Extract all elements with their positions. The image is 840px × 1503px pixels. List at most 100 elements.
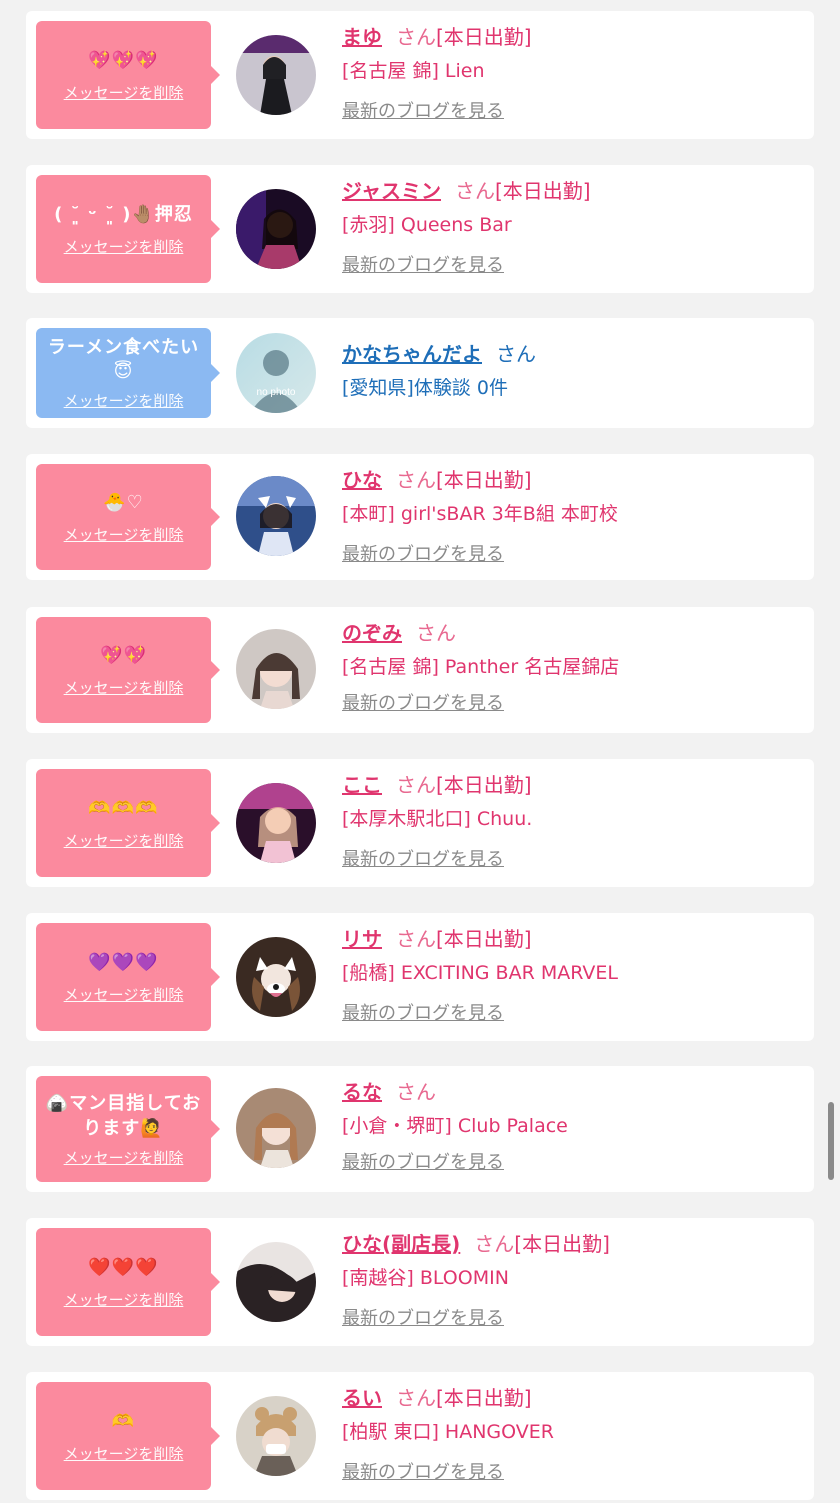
latest-blog-link[interactable]: 最新のブログを見る — [342, 1148, 568, 1174]
avatar[interactable] — [236, 937, 316, 1017]
delete-message-link[interactable]: メッセージを削除 — [64, 82, 184, 103]
message-text: 🐣♡ — [103, 491, 144, 513]
delete-message-link[interactable]: メッセージを削除 — [64, 830, 184, 851]
avatar[interactable] — [236, 1242, 316, 1322]
name-row: かなちゃんだよ さん — [342, 340, 536, 368]
work-status: [本日出勤] — [495, 179, 591, 203]
honorific: さん — [474, 1232, 515, 1256]
honorific: さん — [396, 773, 436, 797]
user-name-link[interactable]: ここ — [342, 773, 382, 797]
avatar[interactable] — [236, 35, 316, 115]
message-bubble: 🫶🫶🫶 メッセージを削除 — [36, 769, 220, 877]
message-bubble: ❤️❤️❤️ メッセージを削除 — [36, 1228, 220, 1336]
user-card: 💜💜💜 メッセージを削除 リサ さん[本日出勤] [船橋] EXCITING BA… — [26, 913, 814, 1041]
latest-blog-link[interactable]: 最新のブログを見る — [342, 689, 619, 715]
message-text: 🫶🫶🫶 — [88, 797, 159, 819]
delete-message-link[interactable]: メッセージを削除 — [64, 1289, 184, 1310]
no-photo-label: no photo — [257, 387, 296, 398]
avatar[interactable] — [236, 1088, 316, 1168]
shop-info: [本厚木駅北口] Chuu. — [342, 808, 533, 830]
shop-info: [名古屋 錦] Lien — [342, 60, 485, 82]
message-bubble: 💖💖💖 メッセージを削除 — [36, 21, 220, 129]
honorific: さん — [416, 621, 456, 645]
avatar[interactable]: no photo — [236, 333, 316, 413]
message-bubble: 🍙マン目指しております🙋 メッセージを削除 — [36, 1076, 220, 1182]
work-status: [本日出勤] — [514, 1232, 610, 1256]
honorific: さん — [396, 1080, 436, 1104]
user-name-link[interactable]: るい — [342, 1386, 382, 1410]
message-bubble: ( ˘͈ ᵕ ˘͈ )🤚🏽押忍 メッセージを削除 — [36, 175, 220, 283]
work-status: [本日出勤] — [436, 927, 532, 951]
name-row: まゆ さん[本日出勤] — [342, 23, 532, 51]
delete-message-link[interactable]: メッセージを削除 — [64, 677, 184, 698]
shop-info: [赤羽] Queens Bar — [342, 214, 512, 236]
message-bubble: 🐣♡ メッセージを削除 — [36, 464, 220, 570]
avatar[interactable] — [236, 1396, 316, 1476]
message-text: 🍙マン目指しております🙋 — [45, 1092, 202, 1139]
name-row: リサ さん[本日出勤] — [342, 925, 618, 953]
honorific: さん — [396, 1386, 436, 1410]
shop-info: [本町] girl'sBAR 3年B組 本町校 — [342, 503, 618, 525]
user-name-link[interactable]: まゆ — [342, 25, 382, 49]
delete-message-link[interactable]: メッセージを削除 — [64, 984, 184, 1005]
delete-message-link[interactable]: メッセージを削除 — [64, 1147, 184, 1168]
message-text: 🫶 — [111, 1410, 136, 1432]
name-row: のぞみ さん — [342, 619, 619, 647]
name-row: ひな(副店長) さん[本日出勤] — [342, 1230, 610, 1258]
user-card: ( ˘͈ ᵕ ˘͈ )🤚🏽押忍 メッセージを削除 ジャスミン さん[本日出勤] [… — [26, 165, 814, 293]
user-name-link[interactable]: のぞみ — [342, 621, 402, 645]
name-row: ここ さん[本日出勤] — [342, 771, 532, 799]
latest-blog-link[interactable]: 最新のブログを見る — [342, 1458, 554, 1484]
user-card: 💖💖💖 メッセージを削除 まゆ さん[本日出勤] [名古屋 錦] Lien 最新の… — [26, 11, 814, 139]
user-card: 🍙マン目指しております🙋 メッセージを削除 るな さん [小倉・堺町] Club … — [26, 1066, 814, 1192]
delete-message-link[interactable]: メッセージを削除 — [64, 390, 184, 411]
message-bubble: 💖💖 メッセージを削除 — [36, 617, 220, 723]
user-card: 🫶🫶🫶 メッセージを削除 ここ さん[本日出勤] [本厚木駅北口] Chuu. 最… — [26, 759, 814, 887]
message-text: ❤️❤️❤️ — [88, 1256, 159, 1278]
work-status: [本日出勤] — [436, 1386, 532, 1410]
name-row: るな さん — [342, 1078, 568, 1106]
work-status: [本日出勤] — [436, 468, 532, 492]
avatar[interactable] — [236, 189, 316, 269]
user-card: ラーメン食べたい😇 メッセージを削除 no photo かなちゃんだよ さん [愛… — [26, 318, 814, 428]
user-name-link[interactable]: ひな — [342, 468, 382, 492]
user-name-link[interactable]: かなちゃんだよ — [342, 342, 482, 366]
user-name-link[interactable]: るな — [342, 1080, 382, 1104]
message-bubble: 🫶 メッセージを削除 — [36, 1382, 220, 1490]
user-name-link[interactable]: ひな(副店長) — [342, 1232, 460, 1256]
delete-message-link[interactable]: メッセージを削除 — [64, 524, 184, 545]
honorific: さん — [455, 179, 495, 203]
user-card: ❤️❤️❤️ メッセージを削除 ひな(副店長) さん[本日出勤] [南越谷] BL… — [26, 1218, 814, 1346]
name-row: ひな さん[本日出勤] — [342, 466, 618, 494]
shop-info: [愛知県]体験談 0件 — [342, 377, 508, 399]
honorific: さん — [396, 468, 436, 492]
user-card: 🫶 メッセージを削除 るい さん[本日出勤] [柏駅 東口] HANGOVER 最… — [26, 1372, 814, 1500]
shop-info: [名古屋 錦] Panther 名古屋錦店 — [342, 656, 620, 678]
latest-blog-link[interactable]: 最新のブログを見る — [342, 845, 532, 871]
message-text: 💖💖 — [100, 644, 147, 666]
message-bubble: ラーメン食べたい😇 メッセージを削除 — [36, 328, 220, 418]
avatar[interactable] — [236, 783, 316, 863]
latest-blog-link[interactable]: 最新のブログを見る — [342, 540, 618, 566]
user-card: 💖💖 メッセージを削除 のぞみ さん [名古屋 錦] Panther 名古屋錦店 … — [26, 607, 814, 733]
avatar[interactable] — [236, 629, 316, 709]
user-card: 🐣♡ メッセージを削除 ひな さん[本日出勤] [本町] girl'sBAR 3年… — [26, 454, 814, 580]
latest-blog-link[interactable]: 最新のブログを見る — [342, 97, 532, 123]
honorific: さん — [396, 25, 436, 49]
honorific: さん — [496, 342, 536, 366]
delete-message-link[interactable]: メッセージを削除 — [64, 236, 184, 257]
shop-info: [南越谷] BLOOMIN — [342, 1267, 509, 1289]
latest-blog-link[interactable]: 最新のブログを見る — [342, 251, 591, 277]
latest-blog-link[interactable]: 最新のブログを見る — [342, 1304, 610, 1330]
work-status: [本日出勤] — [436, 773, 532, 797]
delete-message-link[interactable]: メッセージを削除 — [64, 1443, 184, 1464]
user-name-link[interactable]: ジャスミン — [342, 179, 441, 203]
honorific: さん — [396, 927, 436, 951]
message-text: ラーメン食べたい😇 — [47, 336, 200, 382]
latest-blog-link[interactable]: 最新のブログを見る — [342, 999, 618, 1025]
avatar[interactable] — [236, 476, 316, 556]
user-name-link[interactable]: リサ — [342, 927, 382, 951]
message-bubble: 💜💜💜 メッセージを削除 — [36, 923, 220, 1031]
name-row: るい さん[本日出勤] — [342, 1384, 554, 1412]
scrollbar[interactable] — [828, 1102, 834, 1180]
